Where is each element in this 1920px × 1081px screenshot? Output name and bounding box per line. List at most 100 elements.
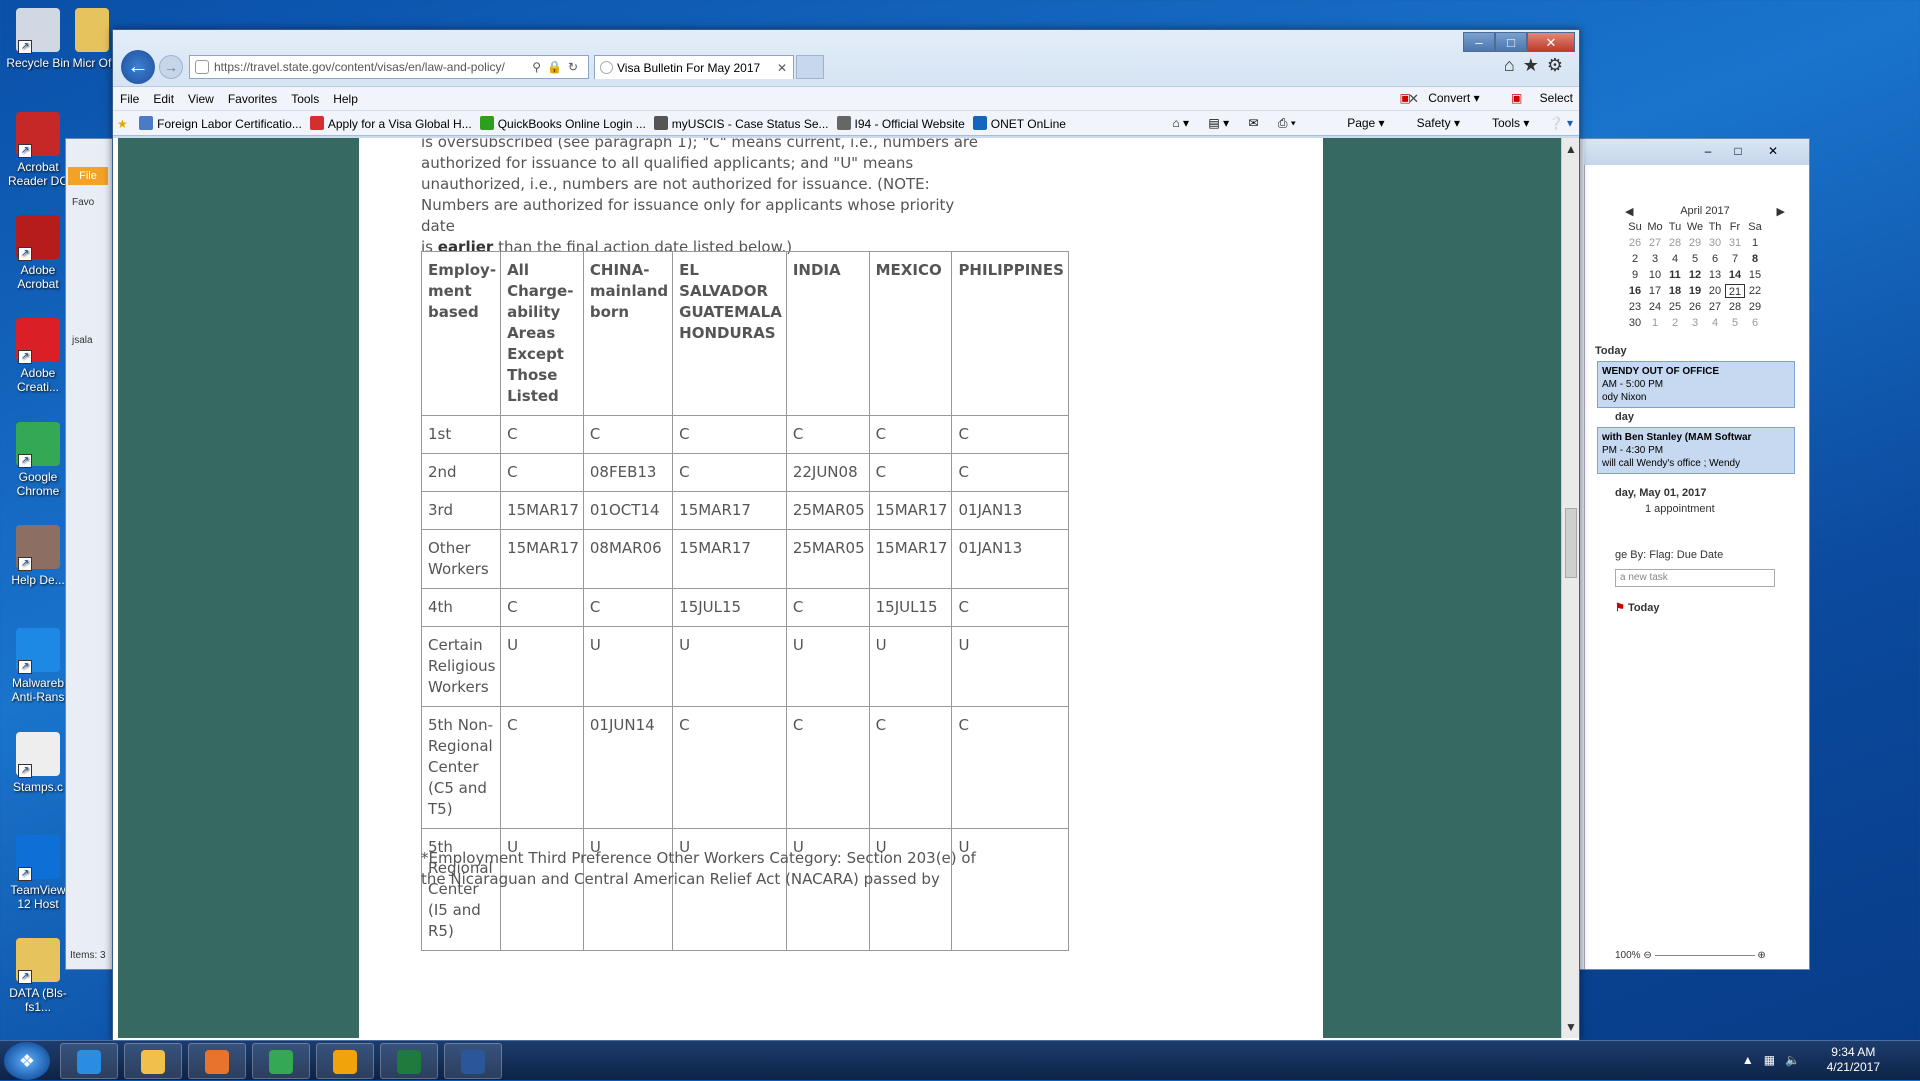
calendar-day[interactable]: 20 (1705, 284, 1725, 298)
calendar-day[interactable]: 12 (1685, 268, 1705, 282)
page-viewport[interactable]: is oversubscribed (see paragraph 1); "C"… (118, 138, 1563, 1038)
calendar-day[interactable]: 24 (1645, 300, 1665, 314)
help-icon[interactable]: ❔ ▾ (1549, 116, 1573, 130)
address-url[interactable]: https://travel.state.gov/content/visas/e… (214, 60, 505, 74)
feeds-icon[interactable]: ▤ ▾ (1208, 116, 1229, 130)
calendar-day[interactable]: 5 (1725, 316, 1745, 330)
tab-visa-bulletin[interactable]: Visa Bulletin For May 2017 ✕ (594, 55, 794, 79)
taskbar-excel[interactable] (380, 1043, 438, 1079)
menu-view[interactable]: View (181, 87, 221, 106)
prev-month-icon[interactable]: ◀ (1625, 205, 1633, 218)
zoom-control[interactable]: 100% ⊖ ⊕ (1615, 950, 1766, 961)
favorite-link[interactable]: QuickBooks Online Login ... (476, 111, 650, 131)
favorite-link[interactable]: myUSCIS - Case Status Se... (650, 111, 833, 131)
calendar-day[interactable]: 1 (1645, 316, 1665, 330)
calendar-day[interactable]: 31 (1725, 236, 1745, 250)
menu-help[interactable]: Help (326, 87, 365, 106)
start-button[interactable]: ❖ (4, 1042, 50, 1080)
calendar-day[interactable]: 17 (1645, 284, 1665, 298)
calendar-day[interactable]: 2 (1665, 316, 1685, 330)
menu-edit[interactable]: Edit (146, 87, 181, 106)
taskbar-media[interactable] (188, 1043, 246, 1079)
taskbar-outlook[interactable] (316, 1043, 374, 1079)
desktop-icon-adobe-creative[interactable]: ↗ Adobe Creati... (4, 318, 72, 394)
select-button[interactable]: ▣ Select (1497, 91, 1573, 105)
calendar-day[interactable]: 6 (1745, 316, 1765, 330)
search-icon[interactable]: ⚲ (532, 60, 547, 74)
home-icon[interactable]: ⌂ (1504, 55, 1523, 75)
calendar-day[interactable]: 18 (1665, 284, 1685, 298)
lock-icon[interactable]: 🔒 (547, 60, 568, 74)
calendar-day[interactable]: 26 (1685, 300, 1705, 314)
ie-window[interactable]: – □ ✕ ← → https://travel.state.gov/conte… (112, 29, 1580, 1042)
mail-icon[interactable]: ✉ (1248, 116, 1258, 130)
calendar-day[interactable]: 26 (1625, 236, 1645, 250)
calendar-day[interactable]: 9 (1625, 268, 1645, 282)
menu-favorites[interactable]: Favorites (221, 87, 284, 106)
favorites-star-icon[interactable]: ★ (1523, 55, 1547, 75)
calendar-day[interactable]: 14 (1725, 268, 1745, 282)
command-page-button[interactable]: Page ▾ (1331, 116, 1384, 130)
desktop-icon-microsoft-office[interactable]: Micr Of (72, 8, 112, 70)
calendar-day[interactable]: 25 (1665, 300, 1685, 314)
gear-icon[interactable]: ⚙ (1547, 55, 1571, 75)
calendar-day[interactable]: 29 (1745, 300, 1765, 314)
tray-icons[interactable]: ▲▦🔈 (1742, 1053, 1810, 1067)
favorite-link[interactable]: ONET OnLine (969, 111, 1070, 131)
ie-close-button[interactable]: ✕ (1527, 32, 1575, 52)
ie-minimize-button[interactable]: – (1463, 32, 1495, 52)
scroll-up-icon[interactable]: ▲ (1565, 142, 1577, 156)
zoom-in-icon[interactable]: ⊕ (1757, 950, 1765, 961)
refresh-icon[interactable]: ↻ (568, 60, 584, 74)
scroll-thumb[interactable] (1565, 508, 1577, 578)
ie-maximize-button[interactable]: □ (1495, 32, 1527, 52)
vertical-scrollbar[interactable]: ▲ ▼ (1561, 138, 1579, 1038)
calendar-day[interactable]: 15 (1745, 268, 1765, 282)
appointment-ben-stanley[interactable]: with Ben Stanley (MAM Softwar PM - 4:30 … (1597, 427, 1795, 474)
calendar-day[interactable]: 30 (1625, 316, 1645, 330)
taskbar-explorer[interactable] (124, 1043, 182, 1079)
calendar-day[interactable]: 1 (1745, 236, 1765, 250)
calendar-day[interactable]: 27 (1705, 300, 1725, 314)
calendar-day[interactable]: 7 (1725, 252, 1745, 266)
desktop-icon-adobe-acrobat[interactable]: ↗ Adobe Acrobat (4, 215, 72, 291)
calendar-day[interactable]: 11 (1665, 268, 1685, 282)
calendar-day[interactable]: 22 (1745, 284, 1765, 298)
next-month-icon[interactable]: ▶ (1777, 205, 1785, 218)
calendar-day[interactable]: 3 (1685, 316, 1705, 330)
appointment-wendy-out[interactable]: WENDY OUT OF OFFICE AM - 5:00 PM ody Nix… (1597, 361, 1795, 408)
zoom-out-icon[interactable]: ⊖ (1643, 950, 1651, 961)
menu-file[interactable]: File (113, 87, 146, 106)
calendar-day[interactable]: 13 (1705, 268, 1725, 282)
network-icon[interactable]: ▦ (1764, 1053, 1785, 1067)
show-hidden-icon[interactable]: ▲ (1742, 1053, 1764, 1067)
command-tools-button[interactable]: Tools ▾ (1476, 116, 1529, 130)
calendar-day[interactable]: 27 (1645, 236, 1665, 250)
outlook-favorites-label[interactable]: Favo (72, 197, 94, 208)
tab-close-icon[interactable]: ✕ (777, 56, 787, 80)
calendar-day[interactable]: 4 (1665, 252, 1685, 266)
outlook-file-tab[interactable]: File (68, 167, 108, 185)
calendar-day[interactable]: 16 (1625, 284, 1645, 298)
print-icon[interactable]: ⎙ ▾ (1278, 116, 1296, 130)
menu-tools[interactable]: Tools (284, 87, 326, 106)
calendar-day[interactable]: 28 (1665, 236, 1685, 250)
calendar-day[interactable]: 8 (1745, 252, 1765, 266)
forward-button[interactable]: → (159, 55, 183, 79)
desktop-icon-acrobat-reader[interactable]: ↗ Acrobat Reader DC (4, 112, 72, 188)
favorite-link[interactable]: I94 - Official Website (833, 111, 969, 131)
calendar-day[interactable]: 30 (1705, 236, 1725, 250)
taskbar-word[interactable] (444, 1043, 502, 1079)
favorite-link[interactable]: Foreign Labor Certificatio... (135, 111, 306, 131)
outlook-account-label[interactable]: jsala (72, 335, 93, 346)
desktop-icon-help[interactable]: ↗ Help De... (4, 525, 72, 587)
outlook-close-button[interactable]: ✕ (1759, 142, 1787, 160)
calendar-day[interactable]: 23 (1625, 300, 1645, 314)
taskbar-ie[interactable] (60, 1043, 118, 1079)
outlook-minimize-button[interactable]: – (1694, 142, 1722, 160)
desktop-icon-malwarebytes[interactable]: ↗ Malwareb Anti-Rans (4, 628, 72, 704)
convert-button[interactable]: ▣ Convert ▾ (1386, 91, 1480, 105)
desktop-icon-data[interactable]: ↗ DATA (Bls-fs1... (4, 938, 72, 1014)
favorite-link[interactable]: Apply for a Visa Global H... (306, 111, 476, 131)
calendar-day[interactable]: 21 (1725, 284, 1745, 298)
